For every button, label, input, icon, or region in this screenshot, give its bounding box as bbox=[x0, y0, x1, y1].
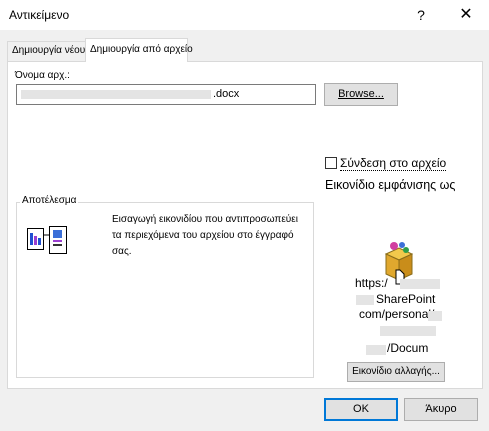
redacted-url-3 bbox=[428, 311, 442, 321]
close-button[interactable]: ✕ bbox=[455, 4, 477, 26]
icon-caption-line-1: https:/ bbox=[355, 276, 388, 290]
window-title: Αντικείμενο bbox=[9, 8, 70, 22]
icon-caption-line-2: SharePoint bbox=[376, 292, 436, 306]
ok-button[interactable]: OK bbox=[324, 398, 398, 421]
icon-caption-line-3: com/personal/ bbox=[359, 307, 435, 321]
redacted-path bbox=[21, 90, 211, 99]
file-name-input[interactable]: .docx bbox=[16, 84, 316, 105]
icon-caption-line-4: /Docum bbox=[387, 341, 429, 355]
redacted-url-5 bbox=[366, 345, 386, 355]
browse-button-label: Browse... bbox=[338, 88, 384, 100]
title-bar: Αντικείμενο ? ✕ bbox=[0, 0, 489, 30]
redacted-url-2 bbox=[356, 295, 374, 305]
help-button[interactable]: ? bbox=[410, 4, 432, 26]
tab-create-from-file[interactable]: Δημιουργία από αρχείο bbox=[85, 38, 193, 62]
result-document-icon bbox=[27, 226, 67, 254]
file-extension: .docx bbox=[213, 88, 240, 100]
change-icon-button[interactable]: Εικονίδιο αλλαγής... bbox=[347, 362, 445, 382]
redacted-url-4 bbox=[380, 326, 436, 336]
link-to-file-checkbox[interactable] bbox=[325, 157, 337, 169]
result-description: Εισαγωγή εικονιδίου που αντιπροσωπεύει τ… bbox=[112, 214, 298, 257]
tab-create-new[interactable]: Δημιουργία νέου bbox=[7, 41, 86, 61]
browse-button[interactable]: Browse... bbox=[324, 83, 398, 106]
file-name-label: Όνομα αρχ.: bbox=[15, 70, 70, 81]
cancel-button[interactable]: Άκυρο bbox=[404, 398, 478, 421]
result-legend: Αποτέλεσμα bbox=[20, 195, 79, 206]
link-to-file-label[interactable]: Σύνδεση στο αρχείο bbox=[340, 157, 447, 171]
display-as-icon-label: Εικονίδιο εμφάνισης ως bbox=[325, 178, 456, 192]
redacted-url-1 bbox=[400, 279, 440, 289]
